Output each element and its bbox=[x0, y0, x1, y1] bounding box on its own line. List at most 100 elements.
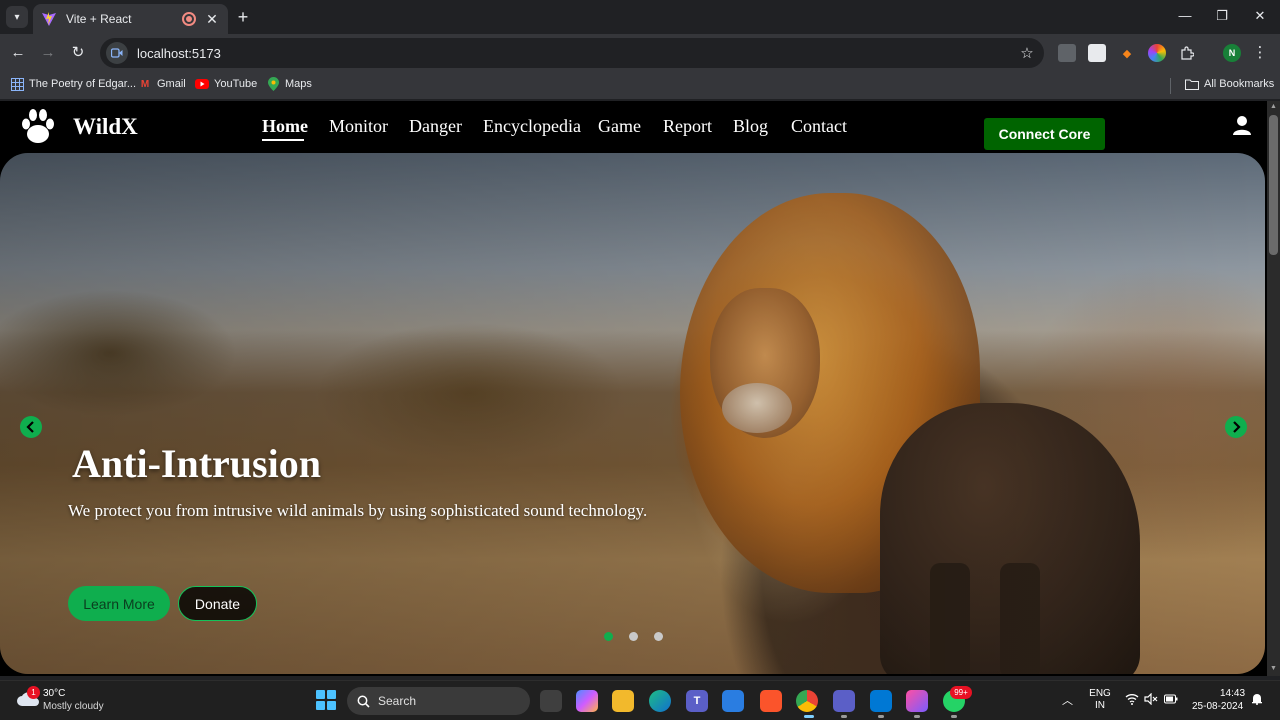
nav-link-contact[interactable]: Contact bbox=[791, 116, 847, 137]
weather-badge: 1 bbox=[27, 686, 40, 699]
bookmark-label: YouTube bbox=[214, 78, 258, 90]
bookmark-item[interactable]: Maps bbox=[266, 77, 312, 91]
chrome-running-indicator bbox=[804, 715, 814, 718]
battery-icon[interactable] bbox=[1163, 693, 1179, 707]
running-indicator bbox=[914, 715, 920, 718]
windows-start-icon[interactable] bbox=[316, 690, 336, 710]
running-indicator bbox=[841, 715, 847, 718]
extension-tab-icon[interactable] bbox=[1058, 44, 1076, 62]
chevron-up-icon[interactable]: ︿ bbox=[1062, 692, 1073, 708]
page-scrollbar[interactable]: ▲ ▼ bbox=[1267, 101, 1280, 676]
puzzle-icon[interactable] bbox=[1178, 44, 1196, 62]
all-bookmarks-button[interactable]: All Bookmarks bbox=[1185, 77, 1274, 91]
learn-more-button[interactable]: Learn More bbox=[68, 586, 170, 621]
chrome-icon[interactable] bbox=[796, 690, 818, 712]
wifi-icon[interactable] bbox=[1124, 693, 1140, 708]
bookmarks-divider bbox=[1170, 78, 1171, 94]
site-navbar: WildX Home Monitor Danger Encyclopedia G… bbox=[0, 101, 1267, 153]
back-button[interactable]: ← bbox=[7, 42, 29, 64]
address-bar[interactable]: localhost:5173 ☆ bbox=[100, 38, 1044, 68]
paw-logo-icon[interactable] bbox=[19, 107, 57, 147]
nav-link-monitor[interactable]: Monitor bbox=[329, 116, 388, 137]
connect-core-button[interactable]: Connect Core bbox=[984, 118, 1105, 150]
grid-icon bbox=[10, 77, 24, 91]
donate-button[interactable]: Donate bbox=[178, 586, 257, 621]
bookmark-item[interactable]: M Gmail bbox=[138, 77, 186, 91]
active-nav-underline bbox=[262, 139, 304, 141]
carousel-prev-button[interactable] bbox=[20, 416, 42, 438]
browser-menu-icon[interactable]: ⋮ bbox=[1252, 43, 1268, 61]
task-view-icon[interactable] bbox=[540, 690, 562, 712]
carousel-dot[interactable] bbox=[629, 632, 638, 641]
whatsapp-badge: 99+ bbox=[950, 686, 972, 699]
clock-time[interactable]: 14:43 bbox=[1220, 688, 1245, 699]
site-logo-text[interactable]: WildX bbox=[73, 114, 138, 140]
vscode-icon[interactable] bbox=[870, 690, 892, 712]
carousel-dot[interactable] bbox=[654, 632, 663, 641]
youtube-icon bbox=[195, 77, 209, 91]
extension-note-icon[interactable] bbox=[1088, 44, 1106, 62]
browser-tab-strip: ▾ Vite + React ✕ + — ❐ ✕ bbox=[0, 0, 1280, 34]
nav-link-home[interactable]: Home bbox=[262, 116, 308, 137]
bookmark-star-icon[interactable]: ☆ bbox=[1010, 44, 1044, 62]
slide-description: We protect you from intrusive wild anima… bbox=[68, 501, 648, 520]
teams-chat-icon[interactable] bbox=[833, 690, 855, 712]
nav-link-encyclopedia[interactable]: Encyclopedia bbox=[483, 116, 581, 137]
metamask-icon[interactable]: ◆ bbox=[1118, 44, 1136, 62]
nav-link-game[interactable]: Game bbox=[598, 116, 641, 137]
scroll-down-icon[interactable]: ▼ bbox=[1269, 665, 1278, 675]
nav-link-danger[interactable]: Danger bbox=[409, 116, 462, 137]
brave-icon[interactable] bbox=[760, 690, 782, 712]
web-page: WildX Home Monitor Danger Encyclopedia G… bbox=[0, 101, 1267, 676]
language-indicator[interactable]: ENG IN bbox=[1088, 688, 1112, 712]
new-tab-button[interactable]: + bbox=[233, 7, 253, 27]
chevron-right-icon bbox=[1233, 421, 1241, 433]
language-region: IN bbox=[1095, 700, 1105, 711]
edge-icon[interactable] bbox=[649, 690, 671, 712]
profile-avatar[interactable]: N bbox=[1223, 44, 1241, 62]
clock-date[interactable]: 25-08-2024 bbox=[1192, 701, 1243, 712]
teams-icon[interactable]: T bbox=[686, 690, 708, 712]
running-indicator bbox=[951, 715, 957, 718]
tab-title: Vite + React bbox=[66, 12, 132, 26]
weather-description[interactable]: Mostly cloudy bbox=[43, 701, 104, 712]
store-icon[interactable] bbox=[722, 690, 744, 712]
volume-muted-icon[interactable] bbox=[1143, 692, 1159, 708]
slide-title: Anti-Intrusion bbox=[72, 441, 321, 486]
site-info-icon[interactable] bbox=[106, 42, 128, 64]
file-explorer-icon[interactable] bbox=[612, 690, 634, 712]
maps-icon bbox=[266, 77, 280, 91]
bookmark-label: The Poetry of Edgar... bbox=[29, 78, 137, 90]
chevron-left-icon bbox=[26, 421, 34, 433]
browser-tab[interactable]: Vite + React ✕ bbox=[33, 4, 228, 34]
vite-icon bbox=[41, 11, 57, 27]
photos-icon[interactable] bbox=[906, 690, 928, 712]
scroll-thumb[interactable] bbox=[1269, 115, 1278, 255]
windows-taskbar: 1 30°C Mostly cloudy Search T 99+ ︿ ENG … bbox=[0, 680, 1280, 720]
bookmarks-bar: The Poetry of Edgar... M Gmail YouTube M… bbox=[0, 72, 1280, 100]
taskbar-search-label: Search bbox=[378, 694, 417, 708]
forward-button[interactable]: → bbox=[37, 42, 59, 64]
maximize-button[interactable]: ❐ bbox=[1212, 6, 1232, 26]
notification-icon[interactable] bbox=[1251, 692, 1263, 708]
user-icon[interactable] bbox=[1232, 115, 1252, 137]
carousel-dot[interactable] bbox=[604, 632, 613, 641]
nav-link-blog[interactable]: Blog bbox=[733, 116, 768, 137]
carousel-next-button[interactable] bbox=[1225, 416, 1247, 438]
window-close-button[interactable]: ✕ bbox=[1250, 6, 1270, 26]
nav-link-report[interactable]: Report bbox=[663, 116, 712, 137]
copilot-icon[interactable] bbox=[576, 690, 598, 712]
color-extension-icon[interactable] bbox=[1148, 44, 1166, 62]
search-icon bbox=[357, 695, 370, 708]
hero-carousel: Anti-Intrusion We protect you from intru… bbox=[0, 153, 1265, 674]
tab-search-button[interactable]: ▾ bbox=[6, 6, 28, 28]
reload-button[interactable]: ↻ bbox=[67, 42, 89, 64]
bookmark-item[interactable]: The Poetry of Edgar... bbox=[10, 77, 136, 91]
taskbar-search[interactable]: Search bbox=[347, 687, 530, 715]
bookmark-item[interactable]: YouTube bbox=[195, 77, 257, 91]
minimize-button[interactable]: — bbox=[1175, 6, 1195, 26]
weather-temperature[interactable]: 30°C bbox=[43, 688, 65, 699]
tab-close-icon[interactable]: ✕ bbox=[204, 11, 220, 28]
bookmark-label: Maps bbox=[285, 78, 312, 90]
scroll-up-icon[interactable]: ▲ bbox=[1269, 103, 1278, 113]
